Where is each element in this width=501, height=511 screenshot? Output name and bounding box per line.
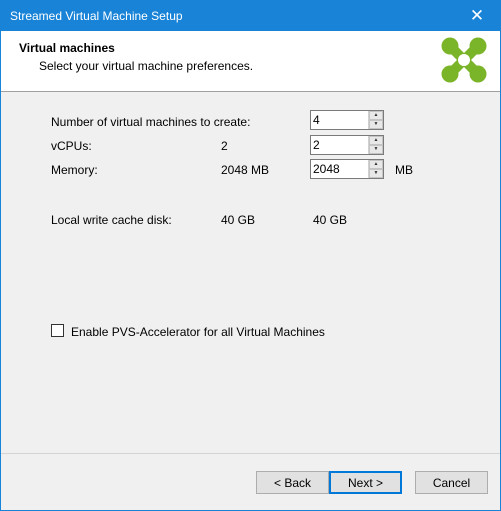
spin-up-icon[interactable]: ▲	[369, 160, 383, 169]
vcpus-template-value: 2	[221, 139, 228, 153]
num-vms-label: Number of virtual machines to create:	[51, 115, 251, 129]
vcpus-spinner[interactable]: ▲ ▼	[310, 135, 384, 155]
title-bar[interactable]: Streamed Virtual Machine Setup ✕	[1, 1, 500, 31]
spin-down-icon[interactable]: ▼	[369, 169, 383, 178]
spin-up-icon[interactable]: ▲	[369, 111, 383, 120]
back-button[interactable]: < Back	[256, 471, 329, 494]
spin-down-icon[interactable]: ▼	[369, 120, 383, 129]
memory-template-value: 2048 MB	[221, 163, 270, 177]
cache-disk-label: Local write cache disk:	[51, 213, 172, 227]
setup-window: Streamed Virtual Machine Setup ✕ Virtual…	[0, 0, 501, 511]
pvs-accelerator-checkbox[interactable]	[51, 324, 64, 337]
next-button[interactable]: Next >	[329, 471, 402, 494]
cache-disk-value: 40 GB	[313, 213, 348, 227]
vcpus-label: vCPUs:	[51, 139, 92, 153]
cancel-button[interactable]: Cancel	[415, 471, 488, 494]
spin-down-icon[interactable]: ▼	[369, 145, 383, 154]
memory-label: Memory:	[51, 163, 98, 177]
pvs-accelerator-label[interactable]: Enable PVS-Accelerator for all Virtual M…	[71, 325, 325, 339]
close-icon: ✕	[469, 6, 485, 25]
num-vms-spin-arrows[interactable]: ▲ ▼	[368, 111, 383, 129]
page-title: Virtual machines	[19, 41, 115, 55]
close-button[interactable]: ✕	[454, 1, 500, 31]
num-vms-spinner[interactable]: ▲ ▼	[310, 110, 384, 130]
wizard-header: Virtual machines Select your virtual mac…	[1, 31, 500, 92]
citrix-x-logo-icon	[441, 37, 487, 83]
memory-spin-arrows[interactable]: ▲ ▼	[368, 160, 383, 178]
memory-input[interactable]	[311, 160, 368, 178]
spin-up-icon[interactable]: ▲	[369, 136, 383, 145]
cache-disk-template-value: 40 GB	[221, 213, 256, 227]
memory-unit-label: MB	[395, 163, 413, 177]
vcpus-input[interactable]	[311, 136, 368, 154]
footer-divider	[1, 453, 500, 454]
page-subtitle: Select your virtual machine preferences.	[39, 59, 254, 73]
num-vms-input[interactable]	[311, 111, 368, 129]
memory-spinner[interactable]: ▲ ▼	[310, 159, 384, 179]
vcpus-spin-arrows[interactable]: ▲ ▼	[368, 136, 383, 154]
window-title: Streamed Virtual Machine Setup	[10, 9, 183, 23]
